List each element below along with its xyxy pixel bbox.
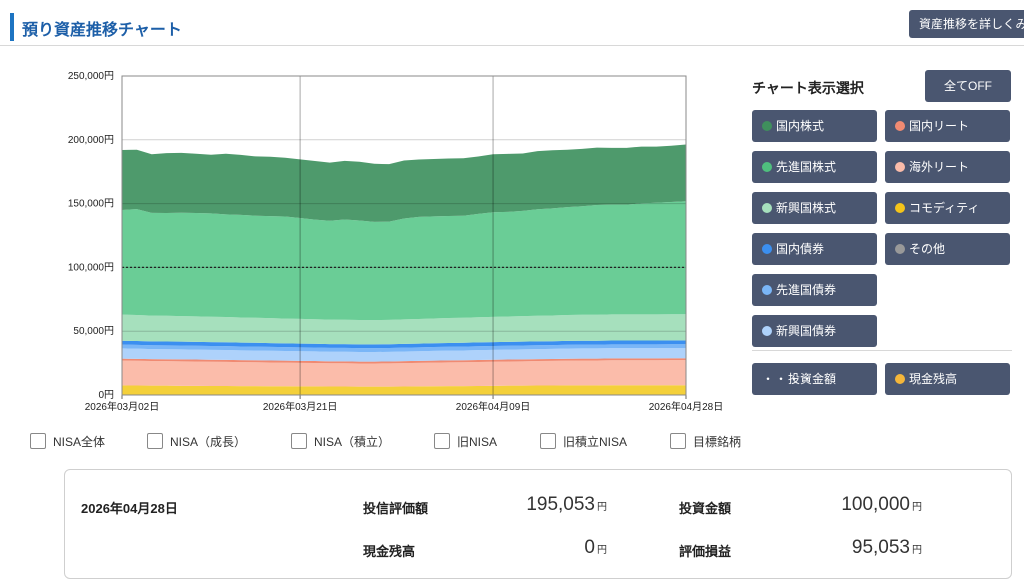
toggle-developed-bond-button[interactable]: 先進国債券 [752,274,877,306]
x-tick-label-2: 2026年04月09日 [456,400,531,413]
y-tick-label-0: 0円 [98,390,114,401]
y-tick-label-1: 50,000円 [73,326,114,337]
toggle-other-button[interactable]: その他 [885,233,1010,265]
toggle-domestic-stock-button[interactable]: 国内株式 [752,110,877,142]
x-tick-label-3: 2026年04月28日 [649,400,724,413]
chart-display-panel: チャート表示選択 全てOFF 国内株式 国内リート 先進国株式 海外リート 新興… [752,70,1012,400]
pl-label: 評価損益 [679,544,732,559]
checkbox-nisa-tsumitate[interactable]: NISA（積立） [291,432,390,452]
emerging-stock-dot-icon [762,203,772,213]
area-series-1 [122,360,686,387]
checkbox-target-fund[interactable]: 目標銘柄 [670,432,741,452]
summary-date: 2026年04月28日 [81,501,178,516]
eval-label: 投信評価額 [363,501,429,516]
invest-value: 100,000 円 [841,494,922,515]
foreign-reit-dot-icon [895,162,905,172]
checkbox-box[interactable] [434,433,450,449]
toggle-emerging-stock-button[interactable]: 新興国株式 [752,192,877,224]
all-off-button[interactable]: 全てOFF [925,70,1011,102]
asset-detail-button[interactable]: 資産推移を詳しくみる [909,10,1024,38]
page-header: 預り資産推移チャート 資産推移を詳しくみる [0,0,1024,46]
toggle-emerging-bond-button[interactable]: 新興国債券 [752,315,877,347]
cash-value: 0円 [584,537,607,558]
checkbox-nisa-growth[interactable]: NISA（成長） [147,432,246,452]
domestic-bond-dot-icon [762,244,772,254]
y-tick-label-3: 150,000円 [68,199,114,210]
developed-stock-dot-icon [762,162,772,172]
domestic-stock-dot-icon [762,121,772,131]
toggle-foreign-reit-button[interactable]: 海外リート [885,151,1010,183]
checkbox-nisa-all[interactable]: NISA全体 [30,432,105,452]
checkbox-box[interactable] [670,433,686,449]
panel-title: チャート表示選択 [752,80,864,96]
y-tick-label-5: 250,000円 [68,71,114,82]
pl-value: 95,053 円 [851,537,922,558]
page-title: 預り資産推移チャート [22,22,182,39]
cash-dot-icon [895,374,905,384]
checkbox-box[interactable] [30,433,46,449]
checkbox-box[interactable] [291,433,307,449]
toggle-developed-stock-button[interactable]: 先進国株式 [752,151,877,183]
summary-box: 2026年04月28日 投信評価額 195,053 円 投資金額 100,000 円… [64,469,1012,579]
toggle-invest-amount-button[interactable]: ・・・・投資金額 [752,363,877,395]
emerging-bond-dot-icon [762,326,772,336]
y-tick-label-4: 200,000円 [68,135,114,146]
toggle-cash-balance-button[interactable]: 現金残高 [885,363,1010,395]
x-tick-label-0: 2026年03月02日 [85,400,160,413]
nisa-filter-checkboxes: NISA全体 NISA（成長） NISA（積立） 旧NISA 旧積立NISA 目… [30,432,770,452]
dotted-line-icon: ・・・・ [762,372,815,386]
x-tick-label-1: 2026年03月21日 [263,400,338,413]
checkbox-box[interactable] [147,433,163,449]
commodity-dot-icon [895,203,905,213]
toggle-domestic-reit-button[interactable]: 国内リート [885,110,1010,142]
checkbox-old-tsumitate-nisa[interactable]: 旧積立NISA [540,432,627,452]
y-tick-label-2: 100,000円 [68,262,114,273]
invest-label: 投資金額 [679,501,732,516]
domestic-reit-dot-icon [895,121,905,131]
area-series-0 [122,385,686,395]
area-series-7 [122,201,686,321]
cash-label: 現金残高 [363,544,416,559]
developed-bond-dot-icon [762,285,772,295]
title-accent-bar [10,13,14,41]
checkbox-old-nisa[interactable]: 旧NISA [434,432,497,452]
other-dot-icon [895,244,905,254]
toggle-commodity-button[interactable]: コモディティ [885,192,1010,224]
checkbox-box[interactable] [540,433,556,449]
toggle-domestic-bond-button[interactable]: 国内債券 [752,233,877,265]
eval-value: 195,053 円 [526,494,607,515]
panel-divider [752,350,1012,351]
asset-chart: 0円 50,000円 100,000円 150,000円 200,000円 250,000… [68,71,724,413]
